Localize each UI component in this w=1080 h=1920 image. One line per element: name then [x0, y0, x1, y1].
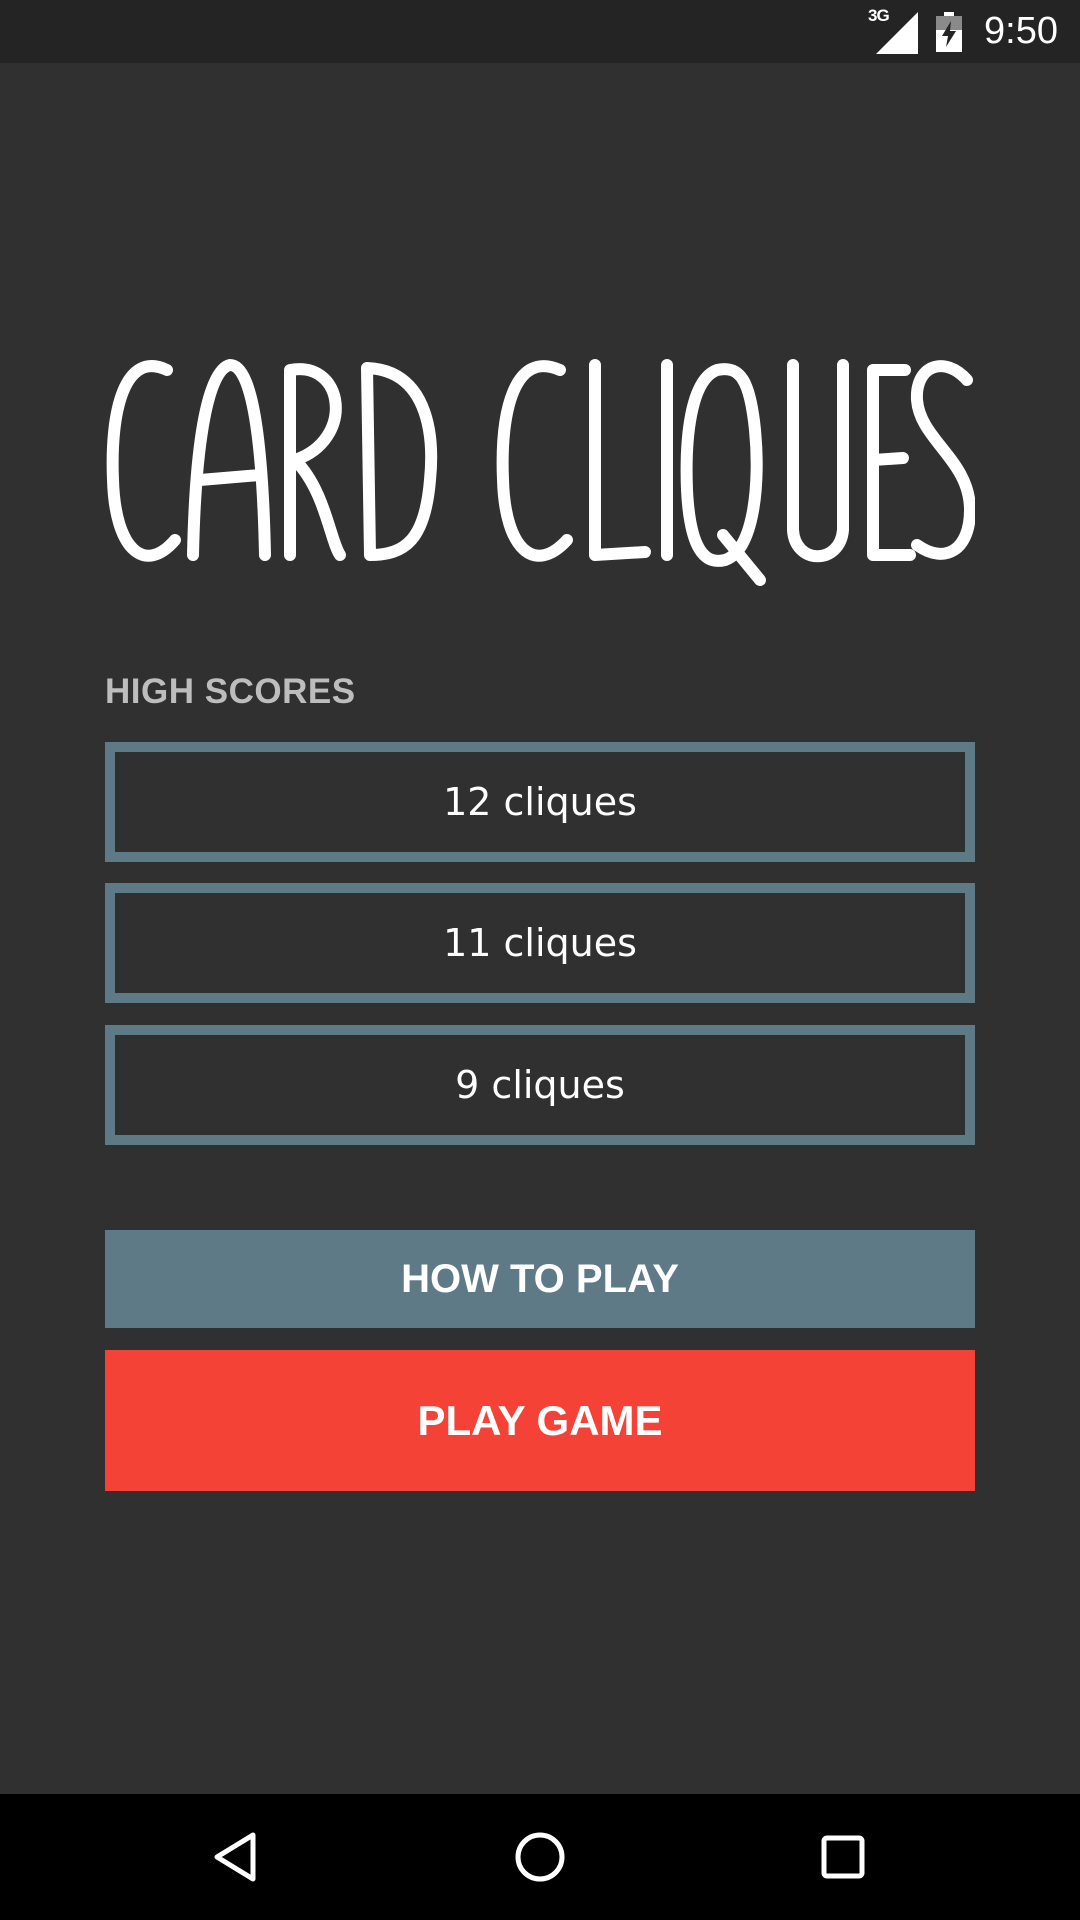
network-indicator: 3G: [868, 6, 919, 54]
app-title-logo: [105, 340, 976, 590]
high-scores-heading: HIGH SCORES: [105, 672, 356, 711]
back-button[interactable]: [160, 1794, 310, 1920]
how-to-play-button[interactable]: HOW TO PLAY: [105, 1230, 975, 1328]
screen: 3G 9:50 HIGH SCORES 12 cliques 11 clique…: [0, 0, 1080, 1920]
signal-icon: [876, 11, 919, 54]
play-game-button[interactable]: PLAY GAME: [105, 1350, 975, 1491]
home-button[interactable]: [465, 1794, 615, 1920]
status-bar: 3G 9:50: [0, 0, 1080, 63]
home-icon: [515, 1832, 565, 1882]
high-score-entry-2: 11 cliques: [105, 883, 975, 1003]
app-title-lettering: [106, 359, 976, 586]
recents-icon: [821, 1835, 865, 1879]
recents-button[interactable]: [768, 1794, 918, 1920]
back-icon: [214, 1832, 256, 1882]
high-score-entry-1: 12 cliques: [105, 742, 975, 862]
battery-charging-icon: [936, 11, 963, 52]
high-score-entry-3: 9 cliques: [105, 1025, 975, 1145]
clock: 9:50: [984, 10, 1058, 52]
status-icons: 3G 9:50: [868, 0, 1058, 63]
navigation-bar: [0, 1794, 1080, 1920]
